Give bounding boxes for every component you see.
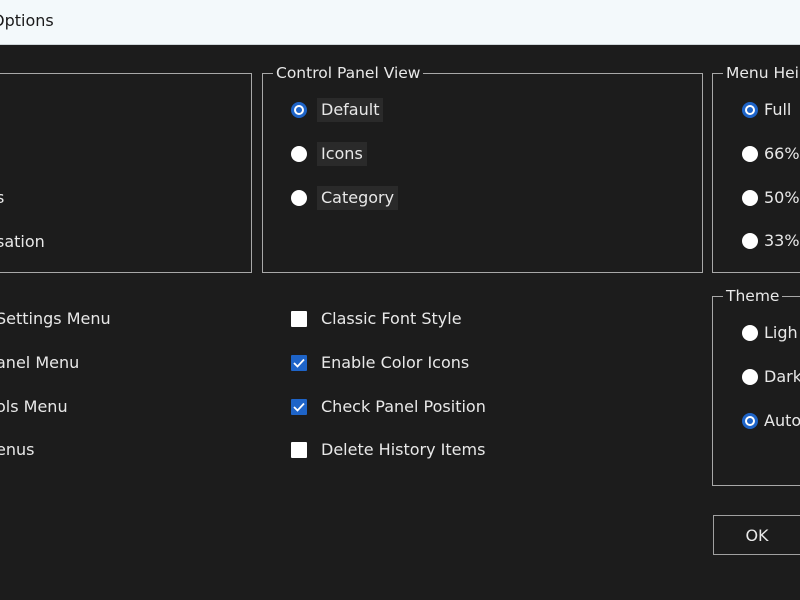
radio-button-icons[interactable] bbox=[291, 146, 307, 162]
ok-button[interactable]: OK bbox=[713, 515, 800, 555]
radio-category[interactable]: Category bbox=[291, 186, 399, 210]
menu-height-legend: Menu Hei bbox=[723, 63, 800, 83]
left-option-item[interactable]: anel Menu bbox=[0, 351, 79, 375]
checkbox-label: Classic Font Style bbox=[321, 309, 462, 328]
title-bar: Options bbox=[0, 0, 800, 45]
radio-button-category[interactable] bbox=[291, 190, 307, 206]
radio-33-label: 33% bbox=[764, 231, 800, 250]
checkbox-label: Delete History Items bbox=[321, 440, 486, 459]
checkbox-classic-font-style[interactable]: Classic Font Style bbox=[291, 307, 466, 331]
radio-50[interactable]: 50% bbox=[742, 186, 800, 210]
radio-66[interactable]: 66% bbox=[742, 142, 800, 166]
radio-full[interactable]: Full bbox=[742, 98, 791, 122]
radio-light[interactable]: Ligh bbox=[742, 321, 798, 345]
checkbox-check-panel-position[interactable]: Check Panel Position bbox=[291, 395, 490, 419]
radio-button-auto[interactable] bbox=[742, 413, 758, 429]
radio-66-label: 66% bbox=[764, 144, 800, 163]
radio-button-dark[interactable] bbox=[742, 369, 758, 385]
radio-button-light[interactable] bbox=[742, 325, 758, 341]
checkmark-icon bbox=[293, 402, 305, 412]
left-option-item[interactable]: Settings Menu bbox=[0, 307, 111, 331]
radio-full-label: Full bbox=[764, 100, 792, 119]
left-option-label: ols Menu bbox=[0, 397, 68, 416]
left-group-item[interactable]: s bbox=[0, 186, 4, 210]
dialog-client-area: s sation Settings Menu anel Menu ols Men… bbox=[0, 45, 800, 600]
radio-33[interactable]: 33% bbox=[742, 229, 800, 253]
checkbox-box[interactable] bbox=[291, 311, 307, 327]
checkbox-box[interactable] bbox=[291, 355, 307, 371]
control-panel-view-legend: Control Panel View bbox=[273, 63, 424, 83]
radio-dark-label: Dark bbox=[764, 367, 800, 386]
window-title: Options bbox=[0, 11, 54, 30]
radio-icons-label: Icons bbox=[317, 142, 367, 166]
radio-button-33[interactable] bbox=[742, 233, 758, 249]
checkbox-box[interactable] bbox=[291, 442, 307, 458]
radio-button-66[interactable] bbox=[742, 146, 758, 162]
radio-default-label: Default bbox=[317, 98, 384, 122]
radio-auto[interactable]: Auto bbox=[742, 409, 800, 433]
theme-legend: Theme bbox=[723, 286, 783, 306]
radio-dark[interactable]: Dark bbox=[742, 365, 800, 389]
checkmark-icon bbox=[293, 358, 305, 368]
radio-button-50[interactable] bbox=[742, 190, 758, 206]
radio-50-label: 50% bbox=[764, 188, 800, 207]
checkbox-box[interactable] bbox=[291, 399, 307, 415]
radio-light-label: Ligh bbox=[764, 323, 798, 342]
radio-default[interactable]: Default bbox=[291, 98, 384, 122]
radio-category-label: Category bbox=[317, 186, 399, 210]
left-option-item[interactable]: enus bbox=[0, 438, 34, 462]
checkbox-label: Check Panel Position bbox=[321, 397, 486, 416]
left-option-label: Settings Menu bbox=[0, 309, 111, 328]
checkbox-enable-color-icons[interactable]: Enable Color Icons bbox=[291, 351, 473, 375]
radio-button-full[interactable] bbox=[742, 102, 758, 118]
left-option-item[interactable]: ols Menu bbox=[0, 395, 68, 419]
left-group-item-label: sation bbox=[0, 232, 45, 251]
checkbox-label: Enable Color Icons bbox=[321, 353, 470, 372]
radio-button-default[interactable] bbox=[291, 102, 307, 118]
left-option-label: anel Menu bbox=[0, 353, 80, 372]
radio-icons[interactable]: Icons bbox=[291, 142, 367, 166]
left-group-item[interactable]: sation bbox=[0, 230, 45, 254]
checkbox-delete-history-items[interactable]: Delete History Items bbox=[291, 438, 489, 462]
left-group-item-label: s bbox=[0, 188, 5, 207]
left-option-label: enus bbox=[0, 440, 35, 459]
radio-auto-label: Auto bbox=[764, 411, 800, 430]
